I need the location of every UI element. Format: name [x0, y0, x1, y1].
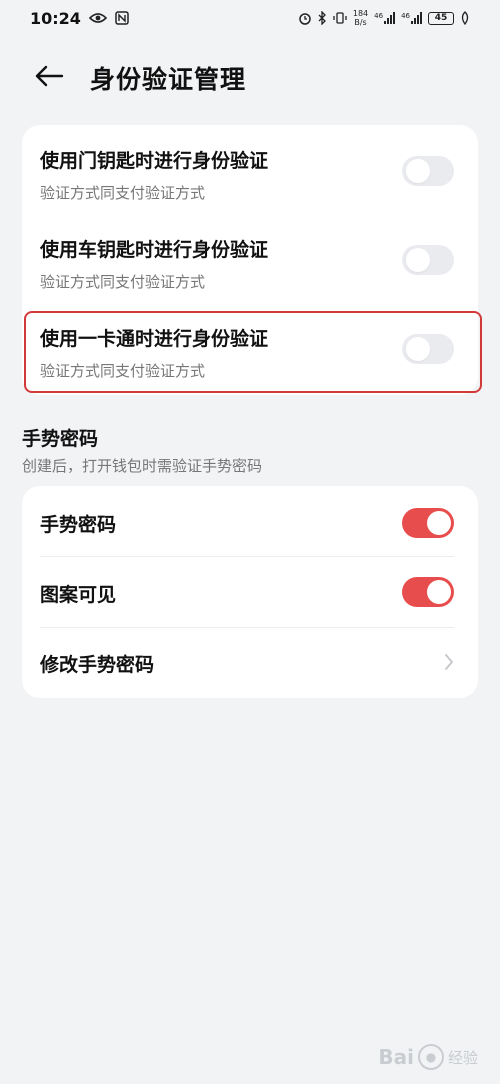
baidu-jingyan-watermark: Bai ● 经验: [378, 1044, 478, 1070]
network-speed-value: 184: [352, 9, 369, 18]
gesture-password-toggle[interactable]: [402, 508, 454, 538]
row-title: 手势密码: [40, 514, 117, 536]
paw-icon: ●: [417, 1044, 444, 1070]
toggle-knob: [406, 159, 430, 183]
gesture-section-subtitle: 创建后，打开钱包时需验证手势密码: [22, 457, 263, 475]
bluetooth-icon: [318, 11, 327, 25]
toggle-knob: [427, 511, 451, 535]
vibrate-icon: [333, 11, 347, 25]
network-speed-unit: B/s: [354, 18, 367, 27]
page-title: 身份验证管理: [90, 65, 247, 94]
signal-1-icon: [384, 12, 396, 24]
chevron-right-icon: [442, 652, 456, 672]
pattern-visible-row[interactable]: 图案可见: [22, 557, 478, 627]
status-bar: 10:24 184 B/s 46 46 45: [0, 0, 500, 36]
signal-2-icon: [411, 12, 422, 24]
gesture-password-row[interactable]: 手势密码: [22, 486, 478, 556]
alarm-icon: [298, 11, 312, 25]
row-title: 图案可见: [40, 584, 117, 606]
watermark-brand-a: Bai: [378, 1045, 414, 1069]
back-button[interactable]: [32, 59, 66, 93]
toggle-knob: [406, 337, 430, 361]
battery-level: 45: [434, 13, 448, 23]
gesture-card: 手势密码 图案可见 修改手势密码: [22, 486, 478, 698]
pattern-visible-toggle[interactable]: [402, 577, 454, 607]
battery-icon: 45: [428, 11, 454, 25]
door-key-verification-row[interactable]: 使用门钥匙时进行身份验证 验证方式同支付验证方式: [22, 146, 478, 203]
app-bar: 身份验证管理: [0, 44, 500, 108]
row-title: 修改手势密码: [40, 654, 155, 676]
eye-icon: [88, 12, 107, 24]
change-gesture-password-row[interactable]: 修改手势密码: [22, 628, 478, 698]
back-arrow-icon: [35, 65, 64, 87]
status-time: 10:24: [30, 8, 81, 28]
door-key-verification-toggle[interactable]: [402, 156, 454, 186]
car-key-verification-row[interactable]: 使用车钥匙时进行身份验证 验证方式同支付验证方式: [22, 235, 478, 292]
toggle-knob: [427, 580, 451, 604]
verification-card: 使用门钥匙时进行身份验证 验证方式同支付验证方式 使用车钥匙时进行身份验证 验证…: [22, 125, 478, 395]
nfc-icon: [115, 11, 129, 25]
network-speed: 184 B/s: [353, 9, 368, 27]
signal-1-label: 46: [374, 12, 384, 20]
transit-card-verification-toggle[interactable]: [402, 334, 454, 364]
signal-1: 46: [374, 12, 396, 24]
leaf-icon: [460, 11, 470, 25]
transit-card-verification-row[interactable]: 使用一卡通时进行身份验证 验证方式同支付验证方式: [22, 324, 478, 381]
signal-2: 46: [401, 12, 422, 24]
toggle-knob: [406, 248, 430, 272]
signal-2-label: 46: [401, 12, 410, 20]
car-key-verification-toggle[interactable]: [402, 245, 454, 275]
gesture-section-title: 手势密码: [22, 428, 99, 450]
watermark-brand-b: 经验: [447, 1048, 478, 1067]
